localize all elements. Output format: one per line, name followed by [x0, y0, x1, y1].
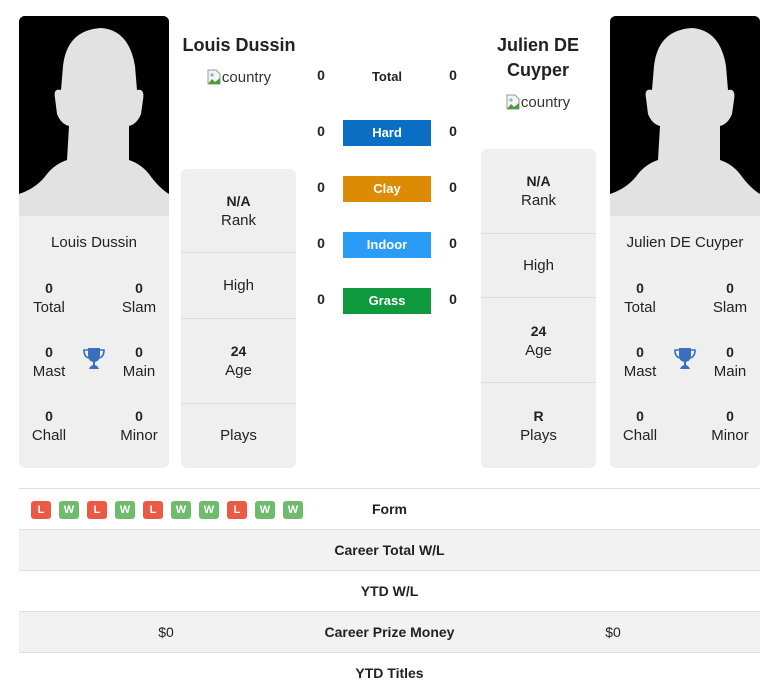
player1-total-titles: 0 Total [33, 280, 65, 316]
divider [481, 233, 596, 234]
divider [181, 403, 296, 404]
h2h-clay-p1: 0 [317, 179, 325, 195]
row-label: Career Total W/L [334, 542, 445, 558]
player1-card-name: Louis Dussin [51, 234, 137, 251]
h2h-hard-p1: 0 [317, 123, 325, 139]
h2h-grass-p2: 0 [449, 291, 457, 307]
row-label: YTD Titles [355, 665, 424, 681]
player2-name[interactable]: Julien DE Cuyper [478, 33, 598, 83]
player2-total-titles: 0 Total [624, 280, 656, 316]
surface-hard-badge[interactable]: Hard [343, 120, 431, 146]
divider [481, 297, 596, 298]
player1-mast-titles: 0 Mast [32, 344, 66, 380]
form-row: L W L W L W W L W W Form [19, 488, 760, 529]
player1-high: High [223, 277, 254, 294]
h2h-total-label: Total [371, 69, 403, 84]
career-prize-money-row: $0 Career Prize Money $0 [19, 611, 760, 652]
player1-main-titles: 0 Main [122, 344, 156, 380]
player1-card: Louis Dussin 0 Total 0 Slam 0 Mast 0 Main 0C… [19, 16, 169, 468]
player2-main-titles: 0 Main [713, 344, 747, 380]
player1-name[interactable]: Louis Dussin [174, 33, 304, 58]
broken-image-icon [207, 69, 221, 85]
player2-plays: R Plays [520, 408, 557, 444]
player2-age: 24 Age [525, 323, 552, 359]
h2h-grass-p1: 0 [317, 291, 325, 307]
player2-card-name: Julien DE Cuyper [626, 234, 744, 251]
row-label: YTD W/L [360, 583, 419, 599]
player2-rank: N/A Rank [520, 173, 557, 209]
avatar-silhouette-icon [610, 16, 760, 216]
player1-photo [19, 16, 169, 216]
player2-chall-titles: 0 Chall [622, 408, 658, 444]
h2h-total-p2: 0 [449, 67, 457, 83]
avatar-silhouette-icon [19, 16, 169, 216]
player2-card: Julien DE Cuyper 0 Total 0 Slam 0 Mast 0 Mai… [610, 16, 760, 468]
divider [181, 318, 296, 319]
surface-clay-badge[interactable]: Clay [343, 176, 431, 202]
career-total-wl-row: Career Total W/L [19, 529, 760, 570]
trophy-icon [674, 348, 696, 369]
player1-age: 24 Age [225, 343, 252, 379]
h2h-hard-p2: 0 [449, 123, 457, 139]
player2-slam-titles: 0 Slam [712, 280, 748, 316]
player1-minor-titles: 0 Minor [120, 408, 158, 444]
player2-minor-titles: 0 Minor [711, 408, 749, 444]
player2-high: High [523, 257, 554, 274]
divider [181, 252, 296, 253]
surface-grass-badge[interactable]: Grass [343, 288, 431, 314]
divider [481, 382, 596, 383]
player2-value: $0 [605, 624, 621, 640]
player2-flag: country [478, 92, 598, 112]
ytd-wl-row: YTD W/L [19, 570, 760, 611]
ytd-titles-row: YTD Titles [19, 652, 760, 693]
h2h-indoor-p1: 0 [317, 235, 325, 251]
player1-rank: N/A Rank [220, 193, 257, 229]
broken-image-icon [506, 94, 520, 110]
h2h-total-p1: 0 [317, 67, 325, 83]
surface-indoor-badge[interactable]: Indoor [343, 232, 431, 258]
player2-photo [610, 16, 760, 216]
player1-flag: country [174, 67, 304, 87]
form-label: Form [372, 501, 407, 517]
player1-info-card: N/A Rank High 24 Age Plays [181, 169, 296, 468]
trophy-icon [83, 348, 105, 369]
player1-chall-titles: 0 Chall [31, 408, 67, 444]
player2-mast-titles: 0 Mast [623, 344, 657, 380]
h2h-clay-p2: 0 [449, 179, 457, 195]
player1-plays: Plays [220, 427, 257, 444]
player1-slam-titles: 0 Slam [121, 280, 157, 316]
h2h-indoor-p2: 0 [449, 235, 457, 251]
player2-info-card: N/A Rank High 24 Age R Plays [481, 149, 596, 468]
